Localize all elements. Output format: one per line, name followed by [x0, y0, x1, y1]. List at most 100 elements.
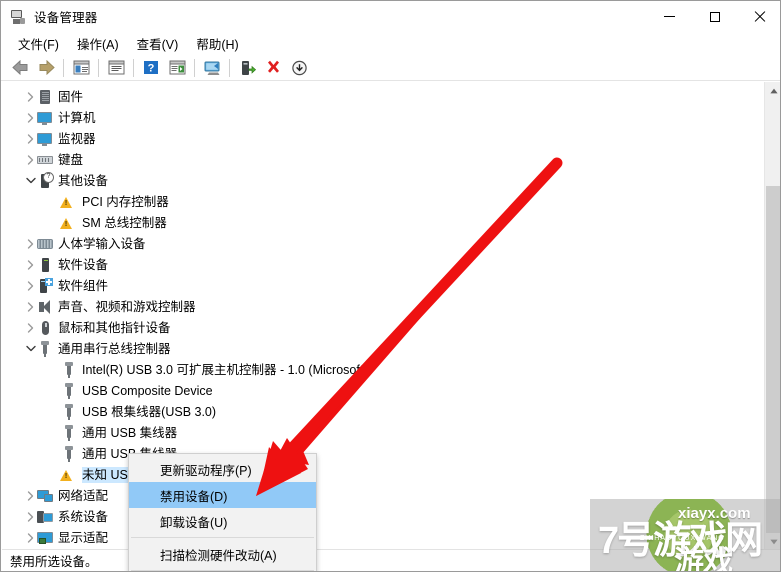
scroll-up-button[interactable] [765, 82, 780, 99]
help-icon[interactable]: ? [138, 56, 164, 80]
menu-file[interactable]: 文件(F) [9, 32, 68, 55]
chevron-placeholder [48, 401, 61, 422]
tree-item-sound-video-game-controllers[interactable]: 声音、视频和游戏控制器 [2, 296, 764, 317]
title-bar: 设备管理器 [1, 1, 780, 32]
device-manager-window: 设备管理器 文件(F) 操作(A) 查看(V) 帮助(H) ? 固件 计算机 监… [0, 0, 781, 572]
menu-action[interactable]: 操作(A) [68, 32, 128, 55]
tree-item-unknown-usb-device[interactable]: 未知 USB 设备(从无机模式的链… [2, 464, 764, 485]
context-menu-separator [131, 537, 314, 538]
scrollbar-thumb[interactable] [766, 186, 780, 550]
tree-item-generic-usb-hub-1[interactable]: 通用 USB 集线器 [2, 422, 764, 443]
minimize-button[interactable] [647, 1, 692, 32]
chevron-placeholder [48, 359, 61, 380]
ctx-uninstall-device[interactable]: 卸载设备(U) [129, 508, 316, 534]
tree-item-hid[interactable]: 人体学输入设备 [2, 233, 764, 254]
tree-item-monitor[interactable]: 监视器 [2, 128, 764, 149]
toolbar-separator [133, 58, 134, 77]
properties-icon[interactable] [103, 56, 129, 80]
tree-item-firmware[interactable]: 固件 [2, 86, 764, 107]
tree-item-label: 键盘 [58, 152, 84, 167]
svg-text:?: ? [148, 63, 155, 75]
usb-icon [61, 403, 77, 420]
chevron-right-icon[interactable] [24, 317, 37, 338]
minimize-icon [664, 16, 675, 17]
tree-item-keyboard[interactable]: 键盘 [2, 149, 764, 170]
maximize-icon [709, 11, 720, 22]
chevron-right-icon[interactable] [24, 506, 37, 527]
tree-item-usb-composite-device[interactable]: USB Composite Device [2, 380, 764, 401]
tree-item-software-components[interactable]: 软件组件 [2, 275, 764, 296]
tree-item-usb-controllers[interactable]: 通用串行总线控制器 [2, 338, 764, 359]
tree-item-other-devices[interactable]: ? 其他设备 [2, 170, 764, 191]
toolbar-separator [63, 58, 64, 77]
ctx-disable-device[interactable]: 禁用设备(D) [129, 482, 316, 508]
tree-item-system-devices[interactable]: 系统设备 [2, 506, 764, 527]
show-hide-action-pane-icon[interactable] [164, 56, 190, 80]
menu-bar: 文件(F) 操作(A) 查看(V) 帮助(H) [1, 32, 780, 55]
chevron-down-icon[interactable] [24, 170, 37, 191]
chevron-right-icon[interactable] [24, 527, 37, 548]
update-driver-icon[interactable] [234, 56, 260, 80]
usb-icon [61, 445, 77, 462]
menu-view[interactable]: 查看(V) [128, 32, 188, 55]
tree-item-label: 固件 [58, 89, 84, 104]
unknown-device-warning-icon [60, 215, 77, 231]
device-tree[interactable]: 固件计算机监视器键盘 ? 其他设备 PCI 内存控制器 SM 总线控制器人体学输入设备软… [2, 82, 764, 550]
ctx-update-driver[interactable]: 更新驱动程序(P) [129, 456, 316, 482]
tree-item-usb-root-hub[interactable]: USB 根集线器(USB 3.0) [2, 401, 764, 422]
maximize-button[interactable] [692, 1, 737, 32]
tree-item-label: USB Composite Device [82, 383, 213, 398]
chevron-down-icon[interactable] [24, 338, 37, 359]
tree-item-software-devices[interactable]: 软件设备 [2, 254, 764, 275]
menu-help[interactable]: 帮助(H) [187, 32, 247, 55]
disable-device-icon[interactable] [286, 56, 312, 80]
vertical-scrollbar[interactable] [764, 82, 780, 550]
chevron-right-icon[interactable] [24, 485, 37, 506]
status-text: 禁用所选设备。 [10, 555, 98, 569]
chevron-right-icon[interactable] [24, 254, 37, 275]
chevron-right-icon[interactable] [24, 86, 37, 107]
other-devices-icon: ? [37, 171, 54, 189]
tree-item-label: 人体学输入设备 [58, 236, 146, 251]
hid-icon [37, 236, 53, 252]
window-title: 设备管理器 [34, 11, 98, 25]
tree-item-display-adapters[interactable]: 显示适配 [2, 527, 764, 548]
usb-icon [61, 361, 77, 378]
unknown-usb-warning-icon [60, 467, 77, 483]
tree-item-mice-pointing-devices[interactable]: 鼠标和其他指针设备 [2, 317, 764, 338]
tree-item-intel-usb3-xhci[interactable]: Intel(R) USB 3.0 可扩展主机控制器 - 1.0 (Microso… [2, 359, 764, 380]
tree-item-computer[interactable]: 计算机 [2, 107, 764, 128]
tree-item-label: 系统设备 [58, 509, 109, 524]
uninstall-device-icon[interactable] [260, 56, 286, 80]
usb-icon [61, 424, 77, 441]
unknown-device-warning-icon [60, 194, 77, 210]
close-button[interactable] [737, 1, 780, 32]
tree-item-network-adapters[interactable]: 网络适配 [2, 485, 764, 506]
mouse-icon [37, 320, 53, 336]
chevron-right-icon[interactable] [24, 296, 37, 317]
tree-item-generic-usb-hub-2[interactable]: 通用 USB 集线器 [2, 443, 764, 464]
tree-item-sm-bus-controller[interactable]: SM 总线控制器 [2, 212, 764, 233]
monitor-icon [37, 131, 53, 147]
network-adapter-icon [37, 488, 53, 504]
sound-video-game-icon [37, 299, 53, 315]
tree-item-pci-memory-controller[interactable]: PCI 内存控制器 [2, 191, 764, 212]
toolbar: ? [1, 54, 780, 81]
chevron-right-icon[interactable] [24, 107, 37, 128]
scroll-down-button[interactable] [765, 533, 780, 550]
chevron-right-icon[interactable] [24, 128, 37, 149]
chevron-right-icon[interactable] [24, 233, 37, 254]
software-component-icon [37, 277, 53, 294]
chevron-right-icon[interactable] [24, 275, 37, 296]
scan-hardware-changes-icon[interactable] [199, 56, 225, 80]
chevron-right-icon[interactable] [24, 149, 37, 170]
back-arrow-icon[interactable] [7, 56, 33, 80]
forward-arrow-icon[interactable] [33, 56, 59, 80]
show-hide-console-tree-icon[interactable] [68, 56, 94, 80]
context-menu-separator [131, 570, 314, 571]
context-menu[interactable]: 更新驱动程序(P)禁用设备(D)卸载设备(U)扫描检测硬件改动(A)属性(R) [128, 453, 317, 571]
software-device-icon [37, 257, 53, 273]
tree-item-label: 鼠标和其他指针设备 [58, 320, 171, 335]
ctx-scan-hardware-changes[interactable]: 扫描检测硬件改动(A) [129, 541, 316, 567]
usb-icon [61, 382, 77, 399]
